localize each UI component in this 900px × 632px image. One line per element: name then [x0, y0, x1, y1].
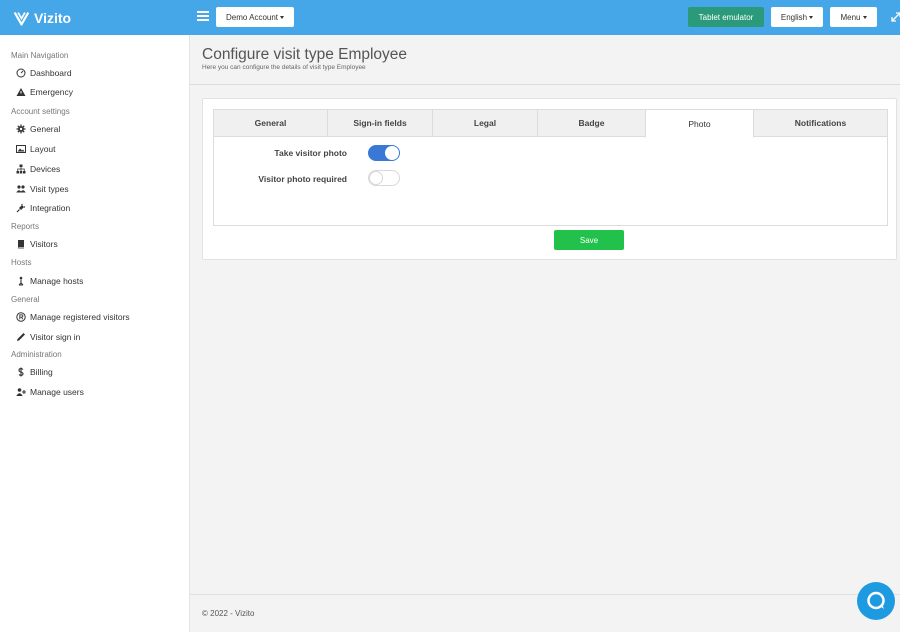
tab-notifications[interactable]: Notifications	[753, 109, 888, 137]
vizito-logo-icon	[13, 11, 30, 26]
sidebar-item-label: Visitors	[30, 239, 58, 249]
sidebar-item-manage-registered-visitors[interactable]: Manage registered visitors	[16, 310, 130, 324]
sidebar-item-devices[interactable]: Devices	[16, 162, 60, 176]
tab-sign-in-fields[interactable]: Sign-in fields	[327, 109, 433, 137]
chat-widget-button[interactable]	[857, 582, 895, 620]
section-main-navigation: Main Navigation	[11, 51, 69, 60]
user-plus-icon	[16, 388, 26, 396]
sidebar-item-label: Manage hosts	[30, 276, 84, 286]
account-label: Demo Account	[225, 12, 279, 22]
tab-photo[interactable]: Photo	[645, 109, 754, 138]
book-icon	[18, 240, 24, 249]
sidebar-item-visit-types[interactable]: Visit types	[16, 182, 69, 196]
topbar: Vizito Demo Account Tablet emulator Engl…	[0, 0, 900, 35]
sidebar-item-general[interactable]: General	[16, 122, 60, 136]
page-title: Configure visit type Employee	[202, 46, 408, 63]
caret-down-icon	[809, 15, 814, 19]
page-subtitle: Here you can configure the details of vi…	[202, 64, 366, 71]
account-dropdown[interactable]: Demo Account	[216, 7, 294, 27]
tablet-emulator-label: Tablet emulator	[698, 12, 754, 22]
sidebar-item-label: Manage registered visitors	[30, 312, 130, 322]
caret-down-icon	[862, 15, 867, 19]
section-administration: Administration	[11, 350, 62, 359]
registered-icon	[16, 312, 26, 322]
tab-bar: General Sign-in fields Legal Badge Photo…	[213, 109, 888, 138]
photo-tab-panel: Take visitor photo Visitor photo require…	[213, 136, 888, 226]
footer-divider	[190, 594, 900, 595]
dollar-icon	[18, 367, 24, 377]
caret-down-icon	[280, 15, 285, 19]
settings-card: General Sign-in fields Legal Badge Photo…	[202, 98, 897, 260]
language-label: English	[780, 12, 808, 22]
dashboard-icon	[16, 68, 26, 78]
tab-legal[interactable]: Legal	[432, 109, 538, 137]
brand-name: Vizito	[34, 10, 72, 26]
sidebar-item-integration[interactable]: Integration	[16, 201, 70, 215]
save-button[interactable]: Save	[554, 230, 624, 250]
menu-dropdown[interactable]: Menu	[830, 7, 877, 27]
sidebar-item-layout[interactable]: Layout	[16, 142, 56, 156]
language-dropdown[interactable]: English	[771, 7, 823, 27]
sitemap-icon	[16, 164, 26, 174]
sidebar-item-visitors[interactable]: Visitors	[16, 237, 58, 251]
photo-required-label: Visitor photo required	[258, 174, 347, 184]
users-icon	[16, 185, 26, 193]
tab-badge[interactable]: Badge	[537, 109, 646, 137]
toggle-knob	[369, 171, 383, 185]
gear-icon	[16, 124, 26, 134]
sidebar-item-label: Layout	[30, 144, 56, 154]
section-hosts: Hosts	[11, 258, 32, 267]
sidebar-item-label: Integration	[30, 203, 71, 213]
sidebar-item-dashboard[interactable]: Dashboard	[16, 66, 72, 80]
brand[interactable]: Vizito	[13, 9, 71, 27]
hamburger-menu-icon[interactable]	[197, 11, 209, 23]
sidebar-item-manage-users[interactable]: Manage users	[16, 385, 84, 399]
sidebar-item-emergency[interactable]: Emergency	[16, 85, 73, 99]
sidebar-item-label: Visitor sign in	[30, 332, 81, 342]
take-photo-toggle[interactable]	[368, 145, 400, 161]
sidebar-item-label: Billing	[30, 367, 53, 377]
host-icon	[18, 276, 24, 286]
take-photo-label: Take visitor photo	[274, 148, 347, 158]
tablet-emulator-button[interactable]: Tablet emulator	[688, 7, 764, 27]
footer-copyright: © 2022 - Vizito	[202, 609, 255, 618]
photo-required-toggle[interactable]	[368, 170, 400, 186]
sidebar-item-label: Visit types	[30, 184, 69, 194]
section-general: General	[11, 295, 40, 304]
sidebar-item-label: Emergency	[30, 87, 73, 97]
expand-icon[interactable]	[890, 11, 900, 23]
sidebar-item-visitor-sign-in[interactable]: Visitor sign in	[16, 330, 80, 344]
menu-label: Menu	[840, 12, 861, 22]
chat-bubble-icon	[867, 591, 885, 610]
plug-icon	[16, 203, 26, 213]
image-icon	[16, 145, 26, 153]
section-account-settings: Account settings	[11, 107, 70, 116]
sidebar-item-manage-hosts[interactable]: Manage hosts	[16, 274, 83, 288]
sidebar-item-label: Manage users	[30, 387, 84, 397]
tab-general[interactable]: General	[213, 109, 328, 137]
sidebar-item-label: General	[30, 124, 61, 134]
sidebar-item-label: Devices	[30, 164, 61, 174]
page-header: Configure visit type Employee Here you c…	[190, 35, 900, 85]
section-reports: Reports	[11, 222, 40, 231]
toggle-knob	[385, 146, 399, 160]
pencil-icon	[17, 333, 25, 341]
sidebar-item-billing[interactable]: Billing	[16, 365, 53, 379]
sidebar-item-label: Dashboard	[30, 68, 72, 78]
sidebar: Main Navigation Dashboard Emergency Acco…	[0, 35, 190, 632]
warning-icon	[16, 88, 26, 96]
